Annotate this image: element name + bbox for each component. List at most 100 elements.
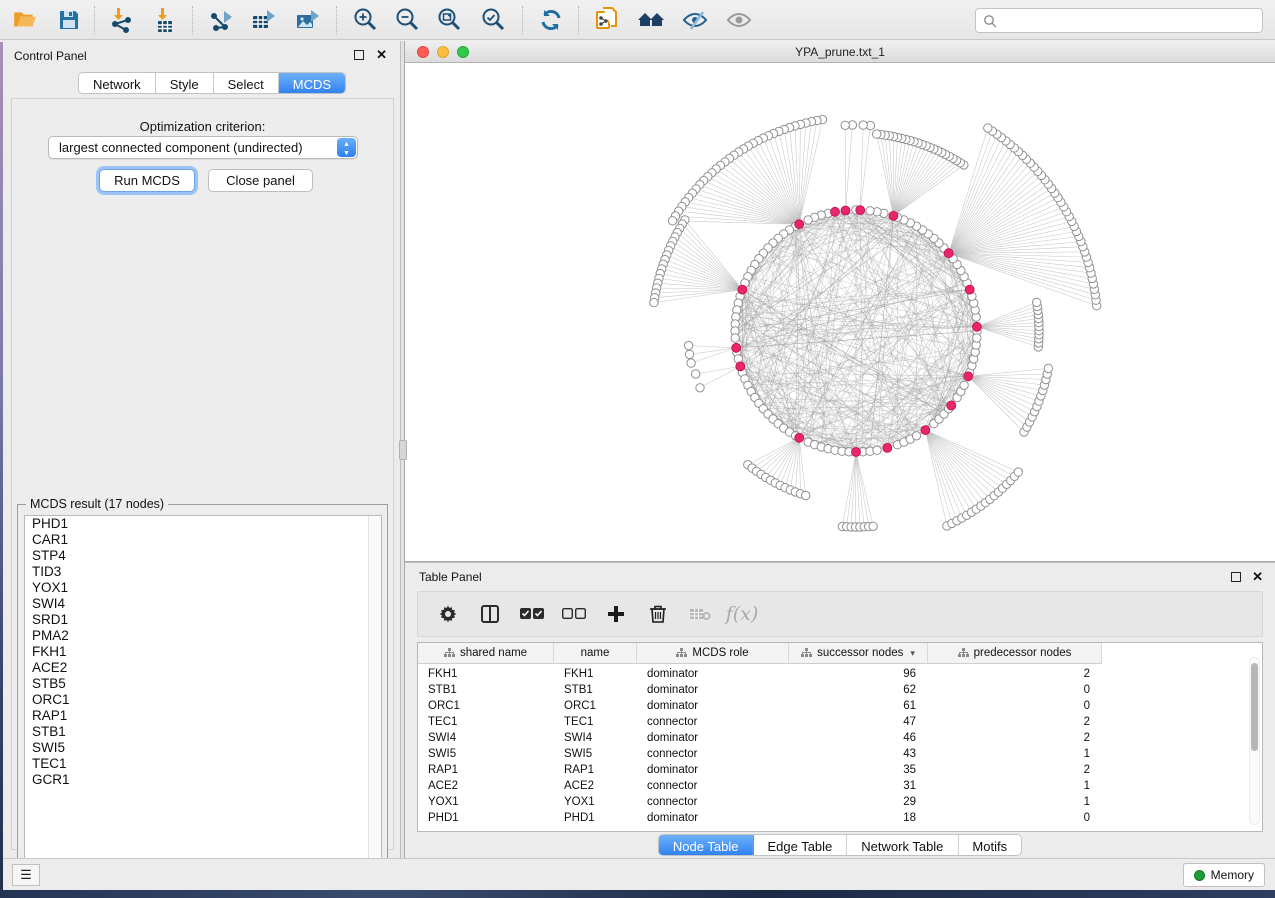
cell-name[interactable]: TEC1 <box>554 714 637 730</box>
search-input[interactable] <box>1002 14 1262 28</box>
zoom-fit-icon[interactable] <box>432 4 466 36</box>
tab-network-table[interactable]: Network Table <box>847 835 958 855</box>
column-header-successor-nodes[interactable]: successor nodes▾ <box>789 643 928 664</box>
mcds-node[interactable] <box>921 426 930 435</box>
table-row[interactable]: SWI4SWI4dominator462 <box>418 730 1102 746</box>
delete-column-icon[interactable] <box>646 602 670 626</box>
column-header-predecessor-nodes[interactable]: predecessor nodes <box>928 643 1102 664</box>
mcds-node[interactable] <box>738 285 747 294</box>
cell-shared_name[interactable]: FKH1 <box>418 666 554 682</box>
cell-successor_nodes[interactable]: 96 <box>789 666 928 682</box>
cell-shared_name[interactable]: SWI4 <box>418 730 554 746</box>
cell-successor_nodes[interactable]: 29 <box>789 794 928 810</box>
mcds-result-item[interactable]: SRD1 <box>25 612 381 628</box>
cell-name[interactable]: FKH1 <box>554 666 637 682</box>
mcds-node[interactable] <box>964 372 973 381</box>
cell-mcds_role[interactable]: dominator <box>637 810 789 826</box>
cell-mcds_role[interactable]: connector <box>637 778 789 794</box>
clone-network-icon[interactable] <box>590 4 624 36</box>
run-mcds-button[interactable]: Run MCDS <box>99 169 195 192</box>
cell-predecessor_nodes[interactable]: 1 <box>928 778 1102 794</box>
mcds-node[interactable] <box>947 401 956 410</box>
tab-network[interactable]: Network <box>79 73 156 93</box>
cell-shared_name[interactable]: PHD1 <box>418 810 554 826</box>
table-row[interactable]: YOX1YOX1connector291 <box>418 794 1102 810</box>
cell-predecessor_nodes[interactable]: 2 <box>928 666 1102 682</box>
mcds-result-item[interactable]: YOX1 <box>25 580 381 596</box>
mcds-node[interactable] <box>732 343 741 352</box>
close-panel-icon[interactable]: ✕ <box>1252 569 1263 585</box>
cell-predecessor_nodes[interactable]: 2 <box>928 730 1102 746</box>
mcds-node[interactable] <box>795 220 804 229</box>
settings-gear-icon[interactable] <box>436 602 460 626</box>
tab-motifs[interactable]: Motifs <box>958 835 1021 855</box>
table-row[interactable]: SWI5SWI5connector431 <box>418 746 1102 762</box>
mcds-result-item[interactable]: RAP1 <box>25 708 381 724</box>
mcds-node[interactable] <box>795 433 804 442</box>
criterion-dropdown[interactable]: largest connected component (undirected)… <box>48 136 358 159</box>
mcds-node[interactable] <box>944 249 953 258</box>
cell-shared_name[interactable]: RAP1 <box>418 762 554 778</box>
tab-mcds[interactable]: MCDS <box>279 73 345 93</box>
cell-shared_name[interactable]: TEC1 <box>418 714 554 730</box>
mcds-list-scrollbar[interactable] <box>368 516 381 868</box>
cell-name[interactable]: RAP1 <box>554 762 637 778</box>
cell-successor_nodes[interactable]: 35 <box>789 762 928 778</box>
mcds-node[interactable] <box>856 206 865 215</box>
import-table-icon[interactable] <box>148 4 182 36</box>
mcds-result-item[interactable]: FKH1 <box>25 644 381 660</box>
network-window-titlebar[interactable]: YPA_prune.txt_1 <box>405 41 1275 63</box>
select-all-icon[interactable] <box>520 602 544 626</box>
cell-mcds_role[interactable]: dominator <box>637 682 789 698</box>
function-builder-icon[interactable]: f(x) <box>730 602 754 626</box>
mcds-result-item[interactable]: SWI4 <box>25 596 381 612</box>
mcds-result-item[interactable]: PHD1 <box>25 516 381 532</box>
table-row[interactable]: TEC1TEC1connector472 <box>418 714 1102 730</box>
first-neighbors-icon[interactable] <box>634 4 668 36</box>
column-header-shared-name[interactable]: shared name <box>418 643 554 664</box>
table-row[interactable]: ORC1ORC1dominator610 <box>418 698 1102 714</box>
cell-predecessor_nodes[interactable]: 2 <box>928 762 1102 778</box>
cell-name[interactable]: PHD1 <box>554 810 637 826</box>
mcds-result-item[interactable]: SWI5 <box>25 740 381 756</box>
export-image-icon[interactable] <box>290 4 324 36</box>
mcds-node[interactable] <box>736 362 745 371</box>
close-panel-button[interactable]: Close panel <box>208 169 313 192</box>
float-panel-icon[interactable] <box>354 50 364 60</box>
cell-shared_name[interactable]: YOX1 <box>418 794 554 810</box>
cell-shared_name[interactable]: STB1 <box>418 682 554 698</box>
cell-shared_name[interactable]: ACE2 <box>418 778 554 794</box>
table-row[interactable]: STB1STB1dominator620 <box>418 682 1102 698</box>
cell-name[interactable]: ORC1 <box>554 698 637 714</box>
zoom-selected-icon[interactable] <box>476 4 510 36</box>
cell-mcds_role[interactable]: connector <box>637 746 789 762</box>
mcds-node[interactable] <box>972 322 981 331</box>
network-graph[interactable] <box>406 63 1273 561</box>
cell-mcds_role[interactable]: dominator <box>637 730 789 746</box>
splitter-grip[interactable] <box>399 440 407 460</box>
tab-select[interactable]: Select <box>214 73 279 93</box>
cell-predecessor_nodes[interactable]: 0 <box>928 682 1102 698</box>
zoom-in-icon[interactable] <box>348 4 382 36</box>
cell-predecessor_nodes[interactable]: 1 <box>928 746 1102 762</box>
mcds-node[interactable] <box>889 211 898 220</box>
cell-name[interactable]: SWI4 <box>554 730 637 746</box>
mcds-node[interactable] <box>965 285 974 294</box>
mcds-result-item[interactable]: STB5 <box>25 676 381 692</box>
import-network-icon[interactable] <box>104 4 138 36</box>
cell-successor_nodes[interactable]: 31 <box>789 778 928 794</box>
cell-successor_nodes[interactable]: 47 <box>789 714 928 730</box>
hide-selected-icon[interactable] <box>678 4 712 36</box>
cell-mcds_role[interactable]: dominator <box>637 698 789 714</box>
cell-predecessor_nodes[interactable]: 2 <box>928 714 1102 730</box>
add-column-icon[interactable] <box>604 602 628 626</box>
table-row[interactable]: PHD1PHD1dominator180 <box>418 810 1102 826</box>
tab-style[interactable]: Style <box>156 73 214 93</box>
column-header-name[interactable]: name <box>554 643 637 664</box>
mcds-result-item[interactable]: PMA2 <box>25 628 381 644</box>
export-table-icon[interactable] <box>246 4 280 36</box>
table-row[interactable]: RAP1RAP1dominator352 <box>418 762 1102 778</box>
search-field[interactable] <box>975 8 1263 33</box>
mcds-node[interactable] <box>883 443 892 452</box>
mcds-result-item[interactable]: STB1 <box>25 724 381 740</box>
